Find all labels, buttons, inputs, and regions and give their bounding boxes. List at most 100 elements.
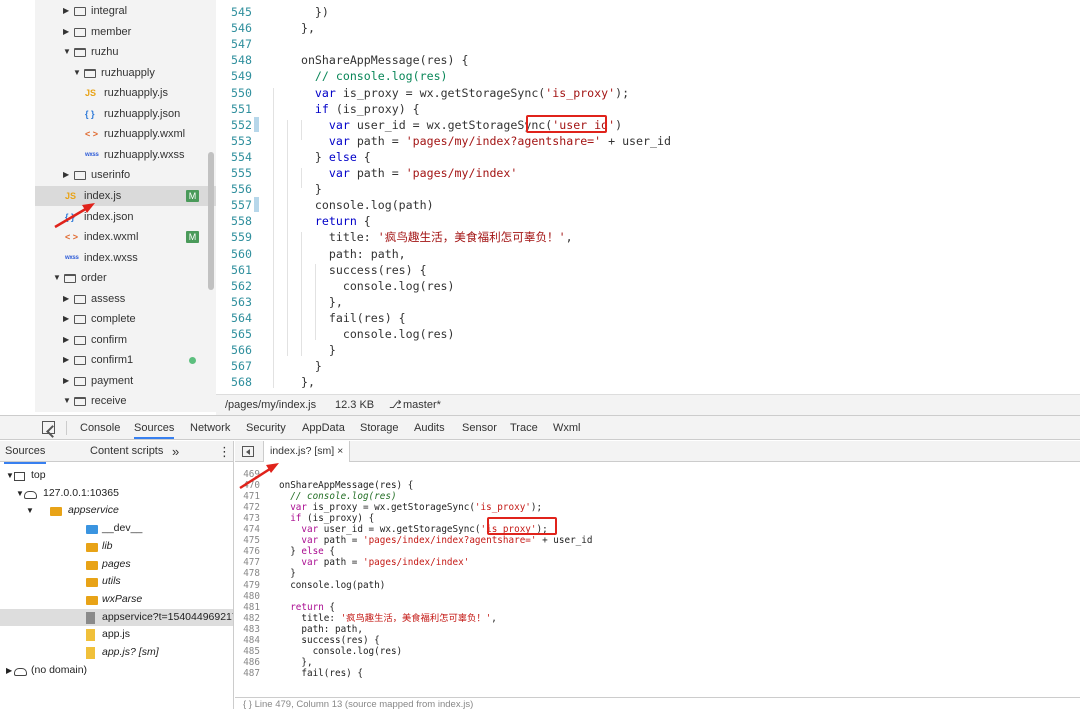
file-tree-scrollbar[interactable] (208, 152, 214, 290)
file-item[interactable]: { } ruzhuapply.json (35, 104, 216, 125)
folder-item[interactable]: ▶ integral (35, 1, 216, 22)
highlight-box-user-id (526, 115, 607, 133)
navigator-item[interactable]: ▼ top (0, 467, 233, 485)
folder-item[interactable]: ▶ assess (35, 289, 216, 310)
code-token: user_id = wx.getStorageSync( (318, 524, 481, 535)
caret-right-icon[interactable]: ▶ (63, 330, 69, 351)
code-token: else (301, 546, 324, 558)
folder-item[interactable]: ▶ member (35, 22, 216, 43)
line-number: 568 (231, 375, 252, 390)
folder-item[interactable]: ▶ payment (35, 371, 216, 392)
tab-security[interactable]: Security (246, 416, 286, 439)
caret-down-icon[interactable]: ▼ (63, 42, 71, 63)
tab-network[interactable]: Network (190, 416, 230, 439)
tab-sources-nav[interactable]: Sources (4, 441, 47, 464)
code-line: 564 fail(res) { (216, 310, 1080, 326)
caret-right-icon[interactable]: ▶ (63, 22, 69, 43)
caret-down-icon[interactable]: ▼ (63, 391, 71, 412)
file-item[interactable]: JS index.js M (35, 185, 216, 207)
folder-item[interactable]: ▶ complete (35, 309, 216, 330)
code-text: path: path, (279, 624, 363, 635)
navigator-item[interactable]: ▶pages (0, 556, 233, 574)
inspect-element-icon[interactable] (42, 421, 55, 434)
code-text: var is_proxy = wx.getStorageSync('is_pro… (279, 502, 542, 513)
code-token: 'pages/index/index?agentshare=' (362, 535, 537, 547)
file-item[interactable]: { } index.json (35, 207, 216, 228)
code-editor[interactable]: 545 }) 546 }, 547 548 onShareAppMessage(res… (216, 0, 1080, 394)
caret-down-icon[interactable]: ▼ (26, 502, 34, 520)
caret-right-icon[interactable]: ▶ (63, 1, 69, 22)
file-item[interactable]: wxss ruzhuapply.wxss (35, 145, 216, 166)
tab-sources[interactable]: Sources (134, 416, 175, 439)
caret-right-icon[interactable]: ▶ (63, 289, 69, 310)
navigator-item[interactable]: app.js? [sm] (0, 644, 233, 662)
status-dot (189, 357, 196, 365)
devtools-tab-bar: Console Sources Network Security AppData Stor… (0, 416, 1080, 440)
line-number: 473 (243, 512, 260, 524)
caret-down-icon[interactable]: ▼ (53, 268, 61, 289)
navigator-item[interactable]: app.js (0, 626, 233, 644)
code-text: title: '疯鸟趣生活，美食福利怎可辜负！', (279, 612, 496, 624)
tab-storage[interactable]: Storage (360, 416, 399, 439)
line-number: 484 (243, 635, 260, 646)
folder-item[interactable]: ▼ order (35, 268, 216, 289)
navigator-item[interactable]: ▼ appservice (0, 502, 233, 520)
code-token: fail(res) { (279, 668, 363, 680)
folder-item[interactable]: ▼ receive (35, 391, 216, 412)
folder-item[interactable]: ▼ ruzhu (35, 42, 216, 63)
toggle-navigator-icon[interactable] (242, 446, 254, 457)
code-text: console.log(path) (287, 197, 434, 213)
source-line: 474 var user_id = wx.getStorageSync('is_… (235, 524, 1080, 535)
tab-sensor[interactable]: Sensor (462, 416, 497, 439)
navigator-item[interactable]: ▶__dev__ (0, 520, 233, 538)
code-text: var path = 'pages/my/index' (287, 165, 517, 181)
navigator-menu-icon[interactable]: ⋮ (218, 441, 231, 462)
file-item[interactable]: < > ruzhuapply.wxml (35, 124, 216, 145)
tab-trace[interactable]: Trace (510, 416, 538, 439)
js-file-icon: JS (85, 88, 97, 99)
tab-audits[interactable]: Audits (414, 416, 445, 439)
status-file-path[interactable]: /pages/my/index.js (225, 395, 316, 415)
caret-right-icon[interactable]: ▶ (63, 165, 69, 186)
file-item[interactable]: JS ruzhuapply.js (35, 83, 216, 104)
tab-content-scripts[interactable]: Content scripts (89, 441, 164, 462)
tab-wxml[interactable]: Wxml (553, 416, 581, 439)
tab-console[interactable]: Console (80, 416, 120, 439)
navigator-item[interactable]: ▶lib (0, 538, 233, 556)
caret-right-icon[interactable]: ▶ (63, 350, 69, 371)
caret-down-icon[interactable]: ▼ (73, 63, 81, 84)
tab-appdata[interactable]: AppData (302, 416, 345, 439)
navigator-item[interactable]: ▼ 127.0.0.1:10365 (0, 485, 233, 503)
folder-item[interactable]: ▶ confirm1 (35, 350, 216, 371)
folder-icon (74, 171, 86, 181)
folder-item[interactable]: ▶ userinfo (35, 165, 216, 186)
navigator-item[interactable]: ▶wxParse (0, 591, 233, 609)
caret-right-icon[interactable]: ▶ (6, 662, 12, 680)
file-item[interactable]: wxss index.wxss (35, 248, 216, 269)
source-tab-index-js[interactable]: index.js? [sm] × (263, 441, 351, 462)
more-tabs-icon[interactable]: » (172, 441, 179, 462)
caret-right-icon[interactable]: ▶ (63, 371, 69, 392)
navigator-item[interactable]: ▶utils (0, 573, 233, 591)
code-token: title: (279, 612, 341, 624)
file-item[interactable]: < > index.wxml M (35, 227, 216, 248)
code-token: } (279, 568, 296, 580)
caret-down-icon[interactable]: ▼ (16, 485, 24, 503)
line-number: 482 (243, 612, 260, 624)
folder-item[interactable]: ▶ confirm (35, 330, 216, 351)
code-text: } else { (279, 546, 335, 557)
caret-right-icon[interactable]: ▶ (63, 309, 69, 330)
navigator-item[interactable]: appservice?t=1540449692170 (0, 608, 233, 627)
navigator-item[interactable]: ▶ (no domain) (0, 662, 233, 680)
code-token: if (314, 101, 329, 116)
line-number: 564 (231, 310, 252, 325)
code-line: 558 return { (216, 213, 1080, 229)
file-icon (86, 629, 95, 642)
folder-icon (74, 294, 86, 304)
folder-item[interactable]: ▼ ruzhuapply (35, 63, 216, 84)
status-branch[interactable]: master* (403, 395, 441, 415)
caret-down-icon[interactable]: ▼ (6, 467, 14, 485)
